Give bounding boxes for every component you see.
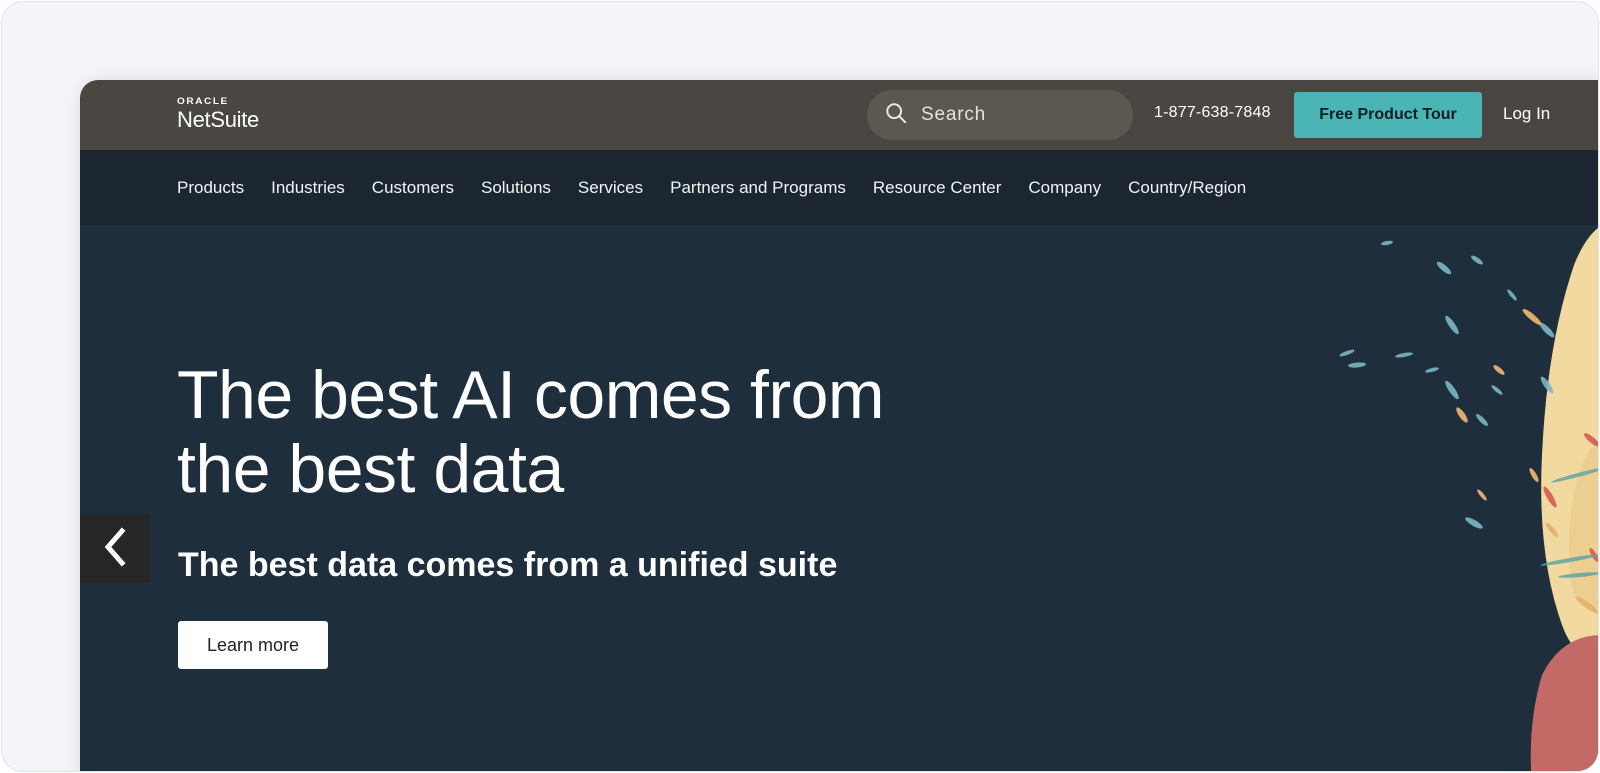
nav-item-products[interactable]: Products [177, 178, 244, 198]
main-nav: Products Industries Customers Solutions … [80, 150, 1598, 225]
top-bar: ORACLE NetSuite Search 1-877-638-7848 Fr… [80, 80, 1598, 150]
chevron-left-icon [100, 525, 130, 574]
nav-item-solutions[interactable]: Solutions [481, 178, 551, 198]
hero-illustration [1339, 227, 1598, 771]
nav-item-services[interactable]: Services [578, 178, 643, 198]
search-placeholder: Search [921, 104, 987, 125]
nav-item-partners[interactable]: Partners and Programs [670, 178, 846, 198]
nav-item-customers[interactable]: Customers [372, 178, 454, 198]
hero-banner: The best AI comes from the best data The… [80, 225, 1598, 771]
phone-number[interactable]: 1-877-638-7848 [1154, 104, 1271, 122]
carousel-prev-button[interactable] [80, 515, 149, 583]
nav-item-country-region[interactable]: Country/Region [1128, 178, 1246, 198]
nav-item-industries[interactable]: Industries [271, 178, 345, 198]
nav-item-resource-center[interactable]: Resource Center [873, 178, 1002, 198]
free-product-tour-button[interactable]: Free Product Tour [1294, 92, 1482, 138]
logo-oracle-text: ORACLE [177, 96, 229, 107]
hero-title: The best AI comes from the best data [177, 357, 885, 507]
login-link[interactable]: Log In [1503, 104, 1550, 124]
browser-viewport: ORACLE NetSuite Search 1-877-638-7848 Fr… [80, 80, 1598, 771]
logo-netsuite-text: NetSuite [177, 107, 259, 132]
hero-subtitle: The best data comes from a unified suite [178, 546, 838, 584]
learn-more-button[interactable]: Learn more [178, 621, 328, 669]
screenshot-card: ORACLE NetSuite Search 1-877-638-7848 Fr… [1, 1, 1599, 772]
search-input[interactable]: Search [867, 90, 1133, 140]
oracle-netsuite-logo[interactable]: ORACLE NetSuite [177, 97, 259, 133]
search-icon [885, 102, 907, 129]
nav-item-company[interactable]: Company [1028, 178, 1101, 198]
